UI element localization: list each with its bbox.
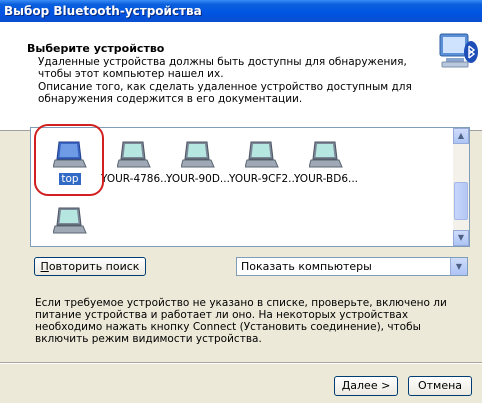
device-item-your-90d[interactable]: YOUR-90D... xyxy=(163,134,233,194)
selection-highlight-ring xyxy=(34,124,104,196)
window-title: Выбор Bluetooth-устройства xyxy=(4,4,202,18)
next-button[interactable]: Далее > xyxy=(334,376,398,396)
device-item-your-9cf2[interactable]: YOUR-9CF2... xyxy=(227,134,299,194)
footer-separator xyxy=(0,362,482,364)
scroll-down-button[interactable]: ▼ xyxy=(453,230,469,246)
device-filter-value: Показать компьютеры xyxy=(241,260,372,273)
header-title: Выберите устройство xyxy=(27,42,165,55)
device-label: YOUR-90D... xyxy=(166,173,230,185)
next-accesskey: Д xyxy=(341,379,351,392)
cancel-button[interactable]: Отмена xyxy=(408,376,472,396)
bluetooth-device-dialog: Выбор Bluetooth-устройства Выберите устр… xyxy=(0,0,482,403)
laptop-icon xyxy=(53,207,87,234)
device-item-unnamed[interactable] xyxy=(35,200,105,260)
bluetooth-computer-icon xyxy=(439,33,478,68)
scroll-up-button[interactable]: ▲ xyxy=(453,128,469,144)
repeat-search-label: овторить поиск xyxy=(48,260,140,273)
device-label: YOUR-9CF2... xyxy=(229,173,299,185)
device-item-your-4786[interactable]: YOUR-4786... xyxy=(99,134,171,194)
info-text: Если требуемое устройство не указано в с… xyxy=(35,297,447,345)
header-panel: Выберите устройство Удаленные устройства… xyxy=(0,22,482,131)
device-item-your-bd6[interactable]: YOUR-BD6... xyxy=(291,134,361,194)
title-bar[interactable]: Выбор Bluetooth-устройства xyxy=(0,0,482,22)
header-desc-line2: Описание того, как сделать удаленное уст… xyxy=(38,81,412,105)
device-list-scrollbar[interactable]: ▲ ▼ xyxy=(453,128,469,246)
laptop-icon xyxy=(245,141,279,168)
next-label: алее > xyxy=(350,379,391,392)
laptop-icon xyxy=(309,141,343,168)
header-description: Удаленные устройства должны быть доступн… xyxy=(38,56,418,105)
header-desc-line1: Удаленные устройства должны быть доступн… xyxy=(38,56,407,80)
device-label: YOUR-BD6... xyxy=(293,173,359,185)
repeat-search-accesskey: П xyxy=(40,260,49,273)
laptop-icon xyxy=(181,141,215,168)
cancel-label: Отмена xyxy=(417,379,463,392)
laptop-icon xyxy=(117,141,151,168)
scroll-thumb[interactable] xyxy=(454,182,468,220)
device-filter-select[interactable]: Показать компьютеры ▼ xyxy=(236,257,468,276)
repeat-search-button[interactable]: Повторить поиск xyxy=(34,257,146,276)
chevron-down-icon[interactable]: ▼ xyxy=(450,258,467,275)
device-label: YOUR-4786... xyxy=(101,173,171,185)
